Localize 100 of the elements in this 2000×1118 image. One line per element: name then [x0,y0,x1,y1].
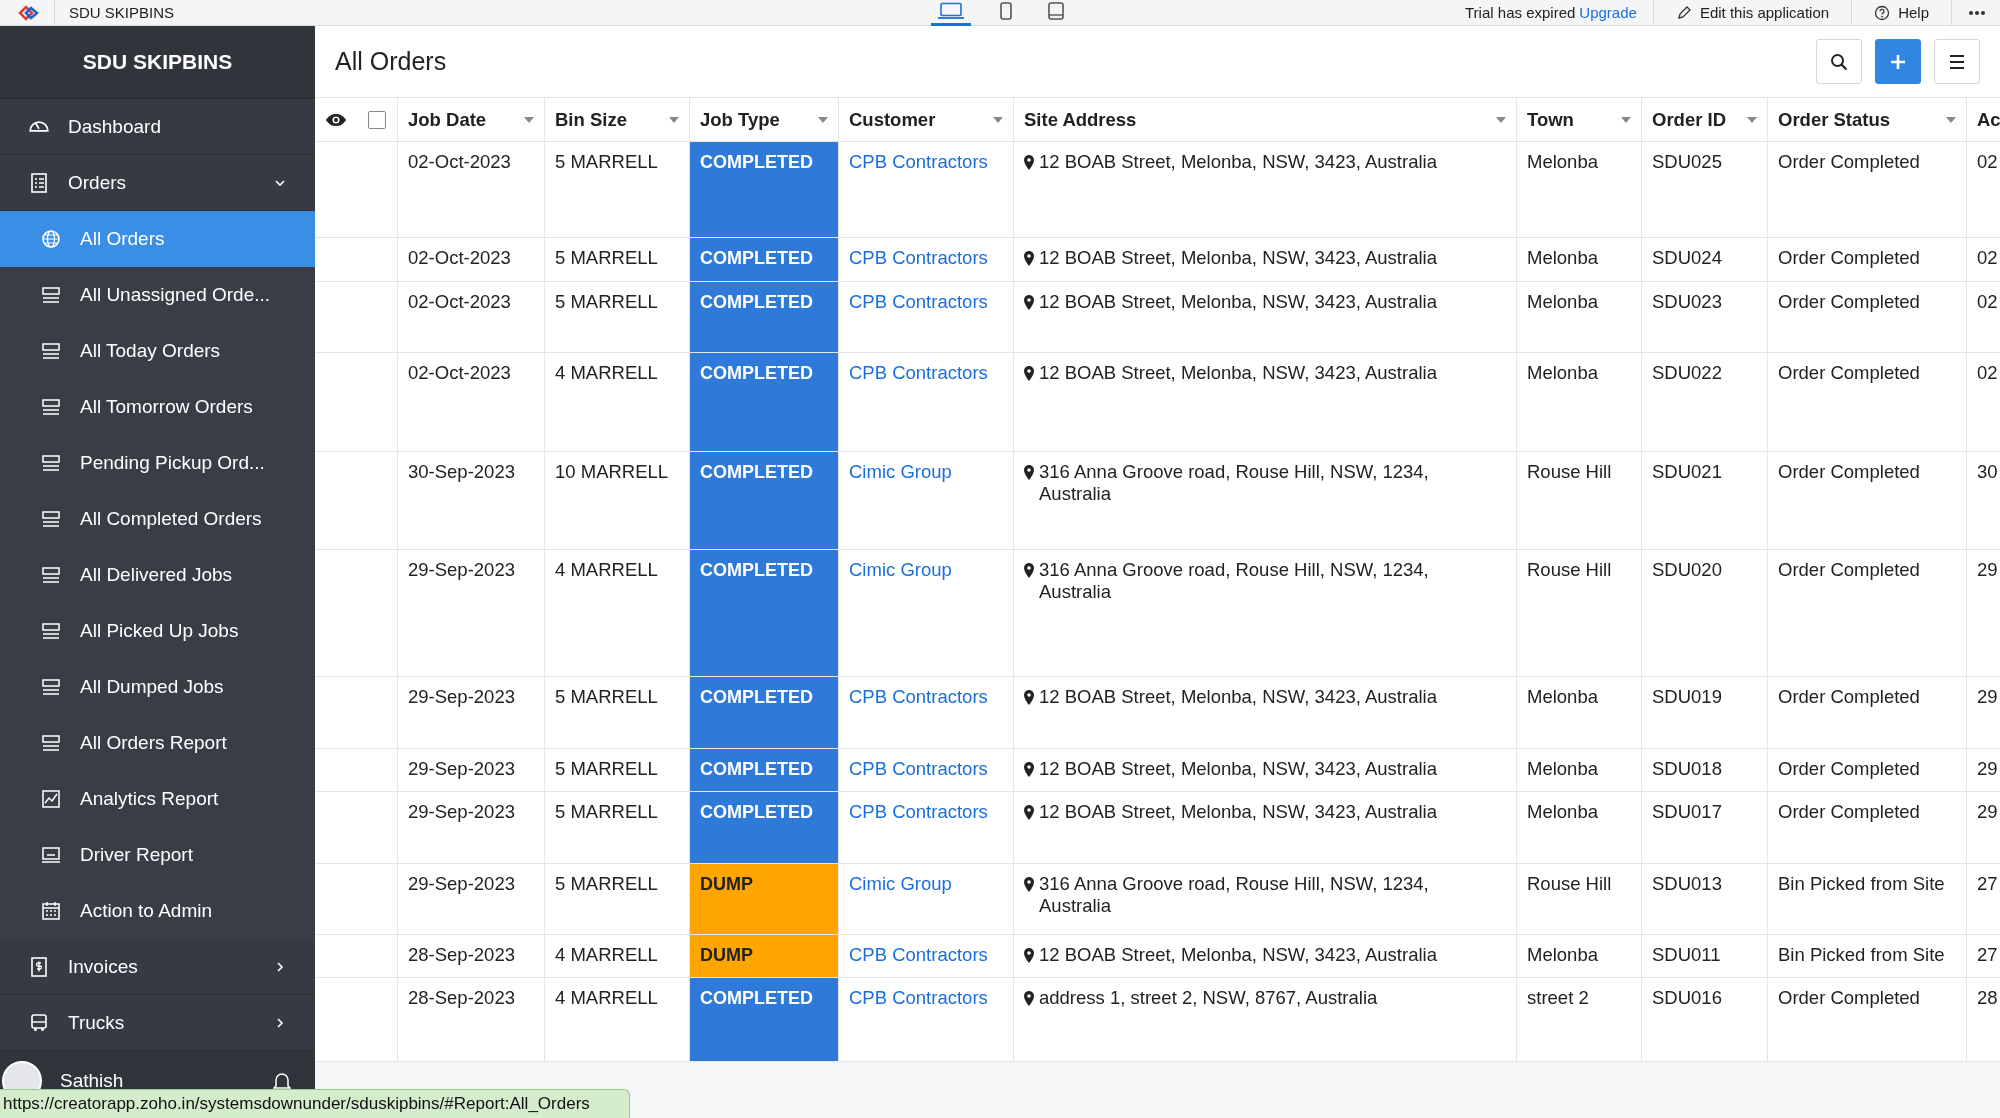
sidebar-item[interactable]: Invoices [0,939,315,995]
customer-link[interactable]: CPB Contractors [849,801,988,822]
column-header[interactable]: Order Status [1778,108,1891,131]
help-icon [1874,4,1891,21]
sort-icon[interactable] [818,116,828,123]
table-cell: Order Completed [1778,801,1920,822]
map-pin-icon [1024,690,1034,705]
table-cell: 02 [1977,362,1998,383]
table-cell: street 2 [1527,987,1589,1008]
table-cell: 28-Sep-2023 [408,944,515,965]
site-address: 12 BOAB Street, Melonba, NSW, 3423, Australia [1039,151,1437,173]
column-header[interactable]: Job Date [408,108,487,131]
more-icon[interactable] [1968,9,1986,16]
column-header[interactable]: Bin Size [555,108,627,131]
sidebar-item[interactable]: Dashboard [0,99,315,155]
customer-link[interactable]: CPB Contractors [849,686,988,707]
table-cell: 5 MARRELL [555,758,658,779]
edit-application-button[interactable]: Edit this application [1669,4,1836,21]
table-cell: SDU022 [1652,362,1722,383]
map-pin-icon [1024,877,1034,892]
globe-icon [41,229,61,249]
sort-icon[interactable] [1747,116,1757,123]
list-icon [41,735,61,751]
table-cell: 29-Sep-2023 [408,758,515,779]
table-cell: Melonba [1527,944,1598,965]
column-header[interactable]: Site Address [1024,108,1137,131]
customer-link[interactable]: CPB Contractors [849,987,988,1008]
job-type-cell: COMPLETED [690,749,839,791]
table-cell: 5 MARRELL [555,291,658,312]
help-button[interactable]: Help [1868,4,1935,21]
menu-button[interactable] [1934,39,1980,84]
map-pin-icon [1024,805,1034,820]
table-cell: 5 MARRELL [555,686,658,707]
job-type-cell: DUMP [690,864,839,934]
customer-link[interactable]: CPB Contractors [849,151,988,172]
table-cell: SDU020 [1652,559,1722,580]
list-icon [41,287,61,303]
table-cell: 5 MARRELL [555,801,658,822]
table-cell: 30 [1977,461,1998,482]
eye-icon[interactable] [325,112,347,127]
desktop-icon[interactable] [931,0,971,26]
sort-icon[interactable] [1946,116,1956,123]
job-type-cell: COMPLETED [690,353,839,451]
column-header[interactable]: Job Type [700,108,780,131]
table-cell: 4 MARRELL [555,944,658,965]
column-header[interactable]: Ac [1977,108,2000,131]
menu-icon [1948,53,1966,70]
select-all-checkbox[interactable] [368,110,386,129]
table-cell: SDU017 [1652,801,1722,822]
table-cell: SDU021 [1652,461,1722,482]
customer-link[interactable]: CPB Contractors [849,291,988,312]
table-cell: SDU013 [1652,873,1722,894]
customer-link[interactable]: CPB Contractors [849,758,988,779]
chart-icon [41,790,61,808]
table-cell: 28 [1977,987,1998,1008]
list-icon [41,623,61,639]
column-header[interactable]: Customer [849,108,936,131]
site-address: 12 BOAB Street, Melonba, NSW, 3423, Australia [1039,247,1437,269]
list-icon [41,679,61,695]
table-cell: Melonba [1527,247,1598,268]
list-icon [41,455,61,471]
table-cell: Order Completed [1778,362,1920,383]
list-icon [41,399,61,415]
column-header[interactable]: Order ID [1652,108,1727,131]
sort-icon[interactable] [1496,116,1506,123]
upgrade-link[interactable]: Upgrade [1579,4,1637,21]
table-cell: 02-Oct-2023 [408,247,511,268]
customer-link[interactable]: Cimic Group [849,559,952,580]
site-address: 12 BOAB Street, Melonba, NSW, 3423, Australia [1039,801,1437,823]
bell-icon[interactable] [273,1071,291,1091]
table-cell: 4 MARRELL [555,362,658,383]
table-cell: SDU019 [1652,686,1722,707]
sort-icon[interactable] [669,116,679,123]
column-header[interactable]: Town [1527,108,1574,131]
customer-link[interactable]: Cimic Group [849,461,952,482]
add-button[interactable] [1875,39,1921,84]
site-address: address 1, street 2, NSW, 8767, Australia [1039,987,1378,1009]
customer-link[interactable]: Cimic Group [849,873,952,894]
sort-icon[interactable] [524,116,534,123]
table-cell: Order Completed [1778,987,1920,1008]
map-pin-icon [1024,948,1034,963]
table-cell: 02-Oct-2023 [408,362,511,383]
table-cell: Rouse Hill [1527,873,1612,894]
job-type-cell: COMPLETED [690,452,839,549]
table-cell: 29-Sep-2023 [408,559,515,580]
customer-link[interactable]: CPB Contractors [849,362,988,383]
invoice-icon [30,956,48,977]
table-cell: 4 MARRELL [555,987,658,1008]
list-icon [41,343,61,359]
table-cell: 29-Sep-2023 [408,873,515,894]
table-cell: 5 MARRELL [555,873,658,894]
table-cell: Order Completed [1778,686,1920,707]
sort-icon[interactable] [993,116,1003,123]
sort-icon[interactable] [1621,116,1631,123]
page-title: All Orders [335,47,447,76]
search-button[interactable] [1816,39,1862,84]
customer-link[interactable]: CPB Contractors [849,247,988,268]
table-cell: 29 [1977,801,1998,822]
customer-link[interactable]: CPB Contractors [849,944,988,965]
job-type-cell: COMPLETED [690,238,839,281]
